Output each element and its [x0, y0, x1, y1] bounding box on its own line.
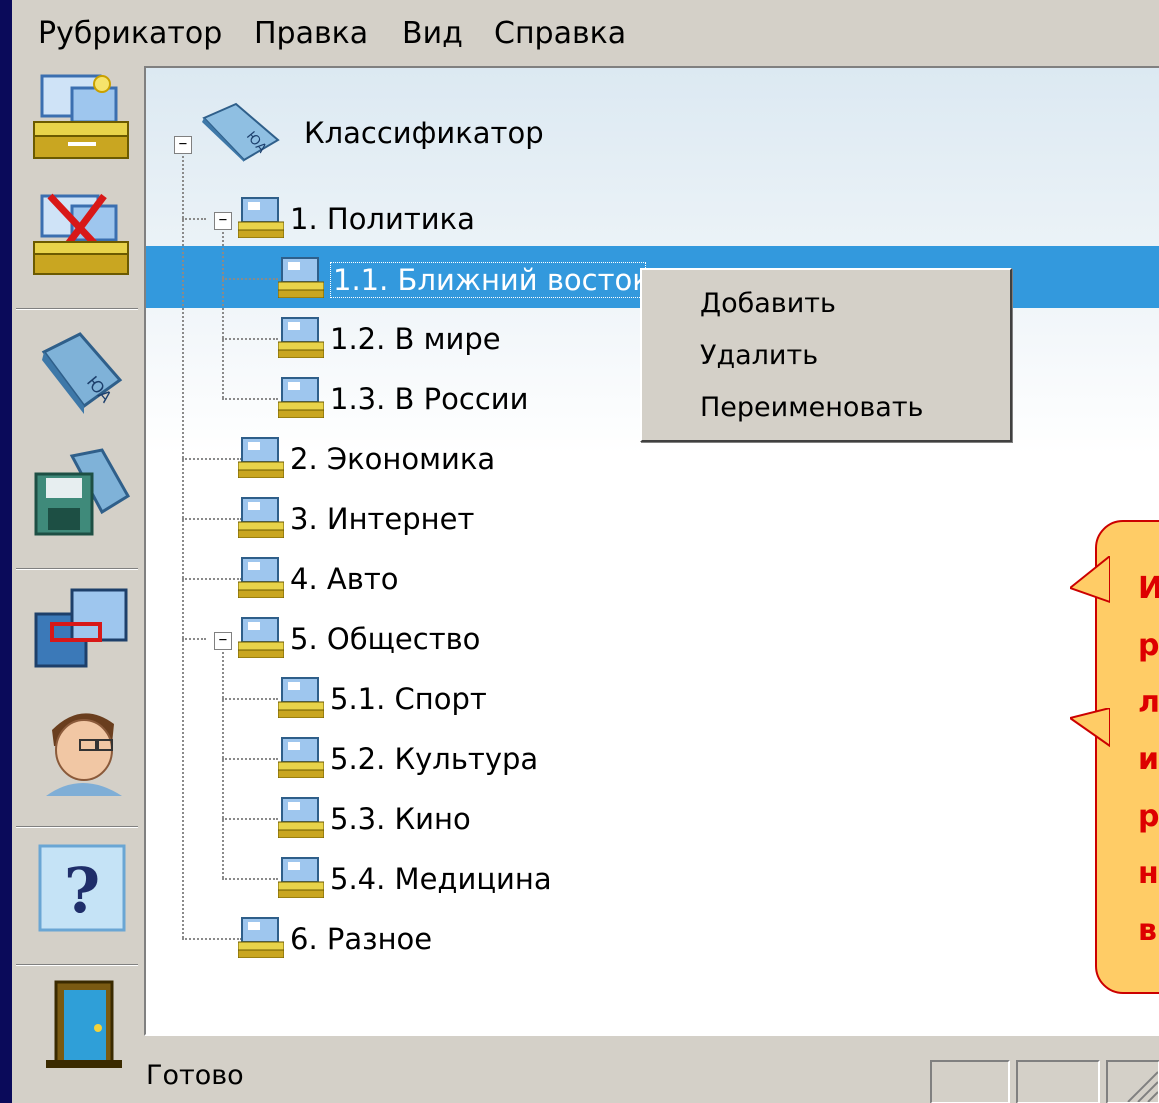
rubric-folder-icon — [277, 256, 325, 299]
callout-line: р — [1138, 799, 1159, 834]
help-icon[interactable]: ? — [32, 838, 132, 934]
menu-edit[interactable]: Правка — [254, 16, 368, 51]
tree-node-label: 5.2. Культура — [330, 742, 539, 776]
context-menu-delete[interactable]: Удалить — [700, 340, 818, 371]
rubric-folder-icon — [237, 616, 285, 659]
callout-line: л — [1138, 685, 1159, 720]
context-menu-rename[interactable]: Переименовать — [700, 392, 923, 423]
status-bar: Готово — [12, 1040, 1159, 1103]
collapse-toggle[interactable]: − — [174, 136, 192, 154]
rubric-folder-icon — [277, 376, 325, 419]
tree-root-label: Классификатор — [304, 116, 544, 150]
menu-view[interactable]: Вид — [402, 16, 463, 51]
menu-help[interactable]: Справка — [494, 16, 626, 51]
callout-line: р — [1138, 628, 1159, 663]
rubric-folder-icon — [237, 556, 285, 599]
status-panel — [930, 1060, 1010, 1103]
tree-node-society[interactable]: − 5. Общество — [146, 614, 746, 664]
delete-rubric-icon[interactable] — [32, 182, 132, 278]
classifier-window: Рубрикатор Правка Вид Справка ЮА ? − ЮА … — [12, 0, 1159, 1103]
tree-node-label: 6. Разное — [290, 922, 433, 956]
tree-node-label: 5.4. Медицина — [330, 862, 552, 896]
user-icon[interactable] — [32, 700, 132, 796]
tree-node-sport[interactable]: 5.1. Спорт — [146, 674, 746, 724]
status-text: Готово — [146, 1060, 244, 1091]
book-root-icon: ЮА — [198, 100, 286, 162]
rubric-folder-icon — [277, 856, 325, 899]
left-toolbar: ЮА ? — [12, 60, 142, 1103]
callout-pointer — [1070, 708, 1110, 748]
callout-pointer — [1070, 556, 1110, 604]
rubric-folder-icon — [237, 196, 285, 239]
rubric-folder-icon — [277, 736, 325, 779]
tree-node-label: 1.1. Ближний восток — [330, 262, 646, 298]
callout-line: н — [1138, 856, 1159, 891]
tree-node-internet[interactable]: 3. Интернет — [146, 494, 746, 544]
tree-node-medicine[interactable]: 5.4. Медицина — [146, 854, 746, 904]
tree-node-label: 3. Интернет — [290, 502, 475, 536]
tree-node-culture[interactable]: 5.2. Культура — [146, 734, 746, 784]
layout-windows-icon[interactable] — [32, 580, 132, 676]
callout-text: И р л и р н в — [1138, 560, 1159, 959]
book-classifier-icon[interactable]: ЮА — [32, 322, 132, 418]
rubric-folder-icon — [237, 496, 285, 539]
tree-node-label: 1.2. В мире — [330, 322, 501, 356]
rubric-folder-icon — [237, 916, 285, 959]
tree-node-label: 1. Политика — [290, 202, 475, 236]
collapse-toggle[interactable]: − — [214, 212, 232, 230]
save-classifier-icon[interactable] — [32, 446, 132, 542]
rubric-folder-icon — [277, 316, 325, 359]
tree-node-label: 4. Авто — [290, 562, 399, 596]
status-panel — [1016, 1060, 1100, 1103]
context-menu-add[interactable]: Добавить — [700, 288, 836, 319]
svg-text:?: ? — [64, 854, 100, 927]
rubric-folder-icon — [277, 796, 325, 839]
rubric-folder-icon — [277, 676, 325, 719]
tree-node-label: 5.3. Кино — [330, 802, 471, 836]
callout-line: и — [1138, 742, 1159, 777]
context-menu: Добавить Удалить Переименовать — [640, 268, 1012, 442]
collapse-toggle[interactable]: − — [214, 632, 232, 650]
tree-node-auto[interactable]: 4. Авто — [146, 554, 746, 604]
callout-line: в — [1138, 913, 1157, 948]
rubric-folder-icon — [237, 436, 285, 479]
tree-node-cinema[interactable]: 5.3. Кино — [146, 794, 746, 844]
tree-node-politics[interactable]: − 1. Политика — [146, 194, 746, 244]
tree-node-label: 1.3. В России — [330, 382, 529, 416]
menu-bar: Рубрикатор Правка Вид Справка — [12, 0, 1159, 60]
resize-grip-icon[interactable] — [1106, 1060, 1159, 1103]
tree-node-label: 2. Экономика — [290, 442, 496, 476]
tree-root-classifier[interactable]: − ЮА Классификатор — [146, 102, 746, 162]
tree-node-misc[interactable]: 6. Разное — [146, 914, 746, 964]
menu-rubricator[interactable]: Рубрикатор — [38, 16, 222, 51]
add-rubric-icon[interactable] — [32, 66, 132, 162]
classifier-tree: − ЮА Классификатор − 1. Политика 1.1. Бл… — [144, 66, 1159, 1036]
tree-node-label: 5.1. Спорт — [330, 682, 487, 716]
tree-node-label: 5. Общество — [290, 622, 481, 656]
callout-line: И — [1138, 571, 1159, 606]
